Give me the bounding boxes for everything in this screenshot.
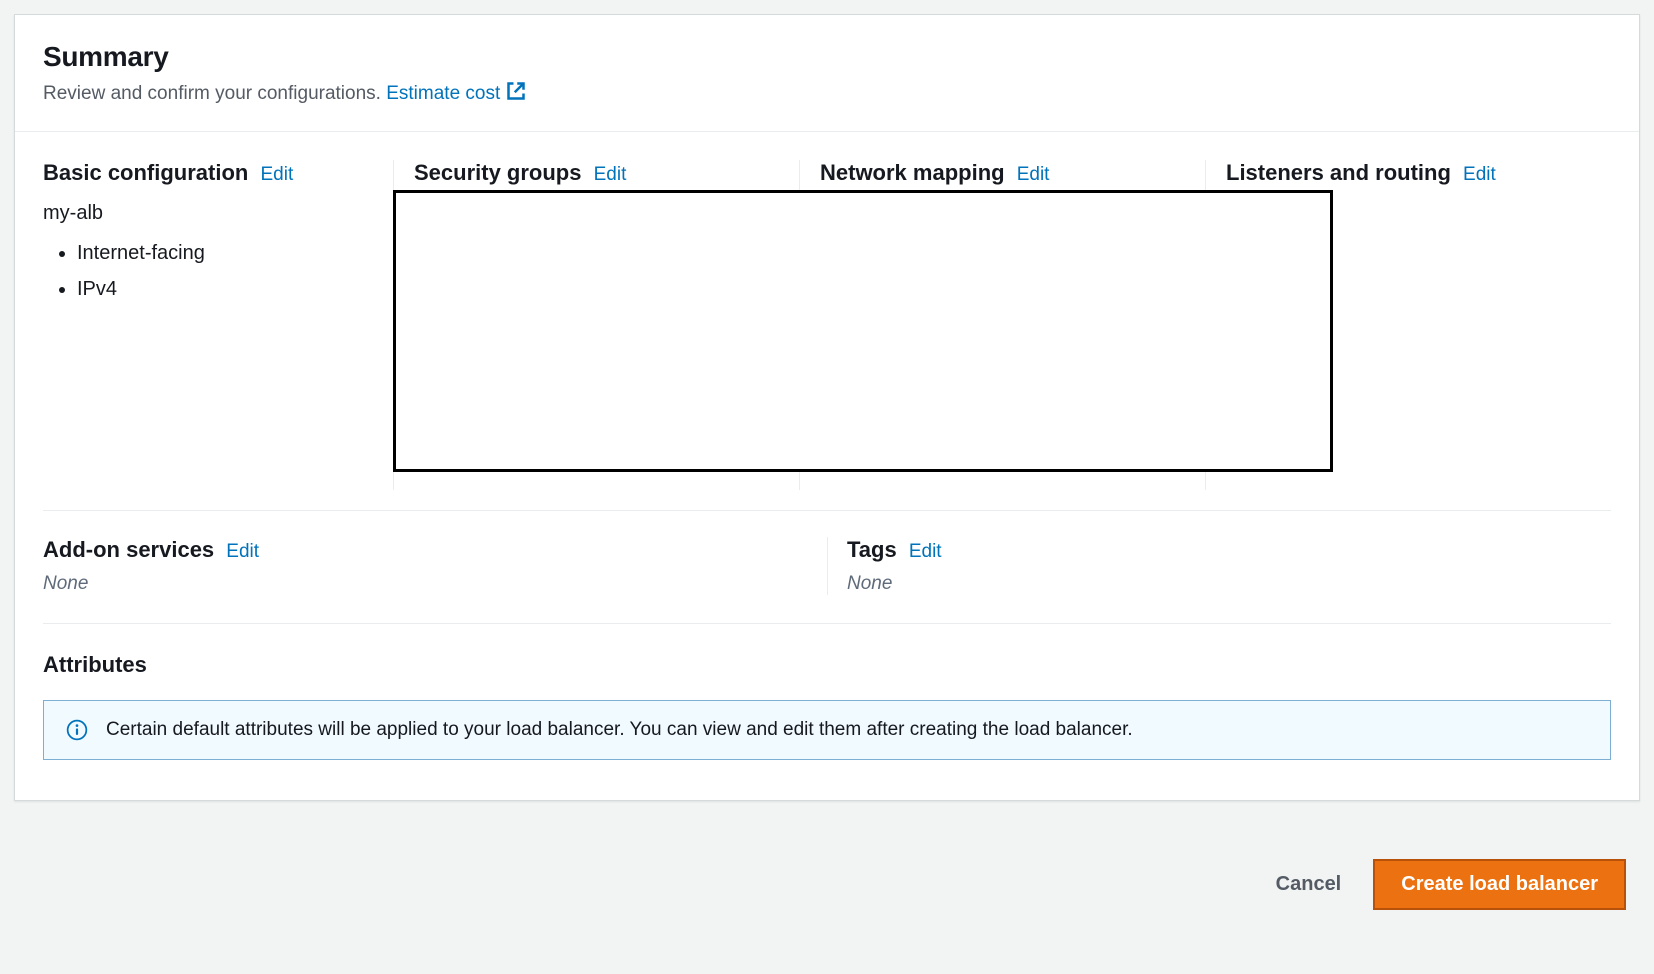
network-mapping-header: Network mapping Edit xyxy=(820,160,1185,186)
basic-configuration-edit-link[interactable]: Edit xyxy=(260,164,293,185)
estimate-cost-label: Estimate cost xyxy=(386,83,500,104)
security-groups-title: Security groups xyxy=(414,160,581,185)
basic-configuration-column: Basic configuration Edit my-alb Internet… xyxy=(43,160,393,490)
footer-actions: Cancel Create load balancer xyxy=(0,801,1654,910)
summary-panel: Summary Review and confirm your configur… xyxy=(14,14,1640,801)
addon-services-title: Add-on services xyxy=(43,537,214,562)
tags-column: Tags Edit None xyxy=(827,537,1611,595)
basic-configuration-header: Basic configuration Edit xyxy=(43,160,373,186)
list-item: IPv4 xyxy=(77,271,373,307)
security-groups-column: Security groups Edit xyxy=(393,160,799,490)
security-groups-header: Security groups Edit xyxy=(414,160,779,186)
listeners-routing-header: Listeners and routing Edit xyxy=(1226,160,1591,186)
subtitle-text: Review and confirm your configurations. xyxy=(43,83,386,104)
basic-configuration-title: Basic configuration xyxy=(43,160,248,185)
create-load-balancer-button[interactable]: Create load balancer xyxy=(1373,859,1626,910)
info-icon xyxy=(66,719,88,741)
security-groups-edit-link[interactable]: Edit xyxy=(594,164,627,185)
listeners-routing-title: Listeners and routing xyxy=(1226,160,1451,185)
addon-services-column: Add-on services Edit None xyxy=(43,537,827,595)
vertical-separator xyxy=(827,537,828,595)
load-balancer-name: my-alb xyxy=(43,202,373,225)
attributes-section: Attributes Certain default attributes wi… xyxy=(43,652,1611,760)
addon-services-header: Add-on services Edit xyxy=(43,537,807,563)
cancel-button[interactable]: Cancel xyxy=(1272,867,1346,902)
attributes-info-banner: Certain default attributes will be appli… xyxy=(43,700,1611,760)
tags-title: Tags xyxy=(847,537,897,562)
addon-services-value: None xyxy=(43,573,807,595)
external-link-icon xyxy=(506,81,526,107)
attributes-title: Attributes xyxy=(43,652,1611,678)
summary-row-middle: Add-on services Edit None Tags Edit None xyxy=(43,537,1611,595)
network-mapping-title: Network mapping xyxy=(820,160,1005,185)
attributes-banner-text: Certain default attributes will be appli… xyxy=(106,719,1133,741)
basic-config-list: Internet-facing IPv4 xyxy=(43,235,373,307)
tags-value: None xyxy=(847,573,1591,595)
panel-body: Basic configuration Edit my-alb Internet… xyxy=(15,132,1639,800)
network-mapping-edit-link[interactable]: Edit xyxy=(1017,164,1050,185)
tags-edit-link[interactable]: Edit xyxy=(909,541,942,562)
page-subtitle: Review and confirm your configurations. … xyxy=(43,81,1611,107)
summary-row-top: Basic configuration Edit my-alb Internet… xyxy=(43,160,1611,490)
listeners-routing-column: Listeners and routing Edit xyxy=(1205,160,1611,490)
listeners-routing-edit-link[interactable]: Edit xyxy=(1463,164,1496,185)
estimate-cost-link[interactable]: Estimate cost xyxy=(386,83,526,104)
divider xyxy=(43,623,1611,624)
addon-services-edit-link[interactable]: Edit xyxy=(226,541,259,562)
list-item: Internet-facing xyxy=(77,235,373,271)
panel-header: Summary Review and confirm your configur… xyxy=(15,15,1639,132)
network-mapping-column: Network mapping Edit xyxy=(799,160,1205,490)
tags-header: Tags Edit xyxy=(847,537,1591,563)
page-title: Summary xyxy=(43,41,1611,73)
divider xyxy=(43,510,1611,511)
